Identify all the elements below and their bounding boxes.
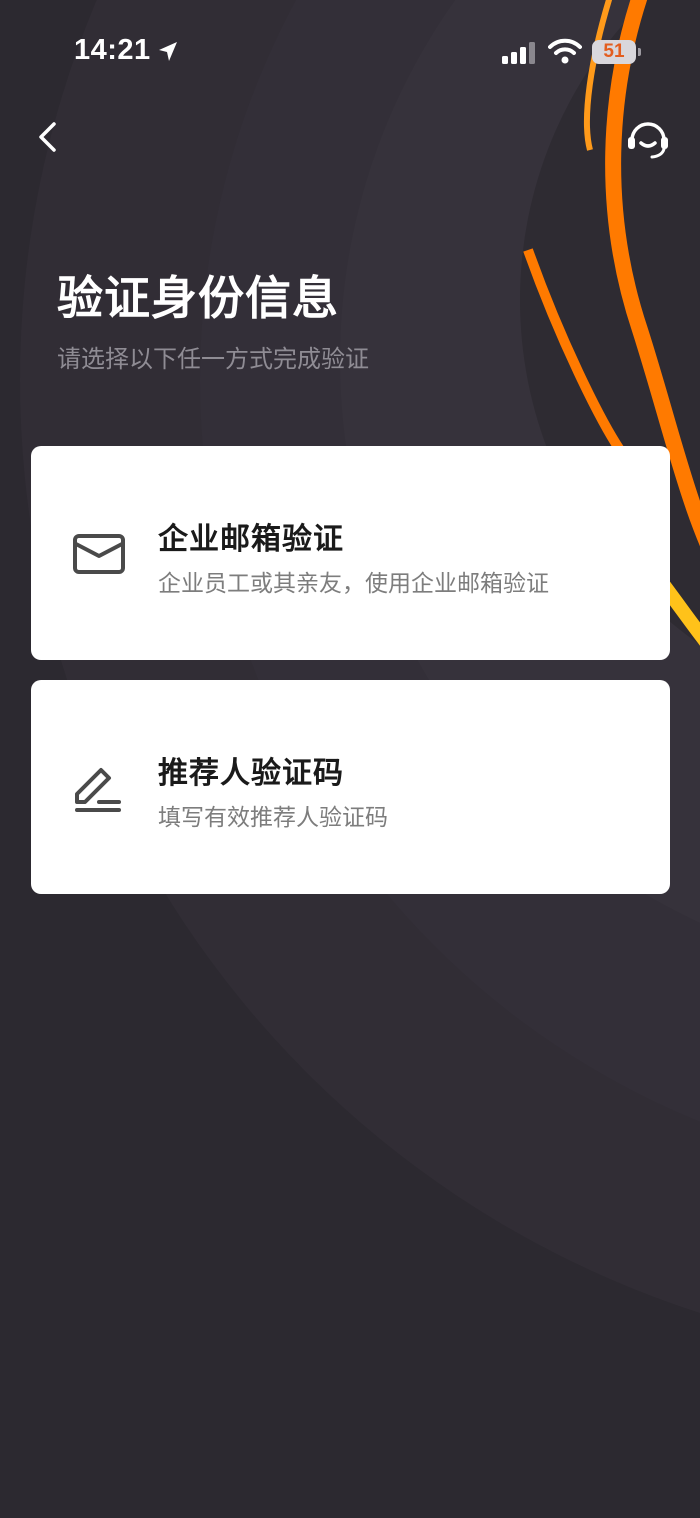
envelope-icon: [73, 534, 125, 574]
edit-pen-icon: [75, 768, 121, 812]
customer-service-headset-icon: [628, 122, 668, 159]
option-title: 企业邮箱验证: [158, 522, 344, 557]
verify-identity-screen: 14:21 51 验证身份信息 请选择以下任一方式完成验证 企业邮箱验证 企业员…: [0, 0, 700, 1518]
status-time: 14:21: [74, 34, 151, 66]
battery-body: 51: [592, 40, 636, 64]
option-description: 填写有效推荐人验证码: [158, 805, 388, 831]
page-subtitle: 请选择以下任一方式完成验证: [57, 345, 369, 373]
page-title: 验证身份信息: [57, 271, 339, 325]
enterprise-email-verification-card[interactable]: 企业邮箱验证 企业员工或其亲友，使用企业邮箱验证: [31, 446, 670, 660]
option-title: 推荐人验证码: [158, 756, 344, 791]
status-bar: 14:21 51: [0, 0, 700, 100]
battery-indicator: 51: [592, 40, 641, 64]
battery-cap: [638, 48, 641, 56]
location-arrow-icon: [159, 42, 177, 61]
chevron-left-icon: [39, 122, 56, 152]
referrer-code-verification-card[interactable]: 推荐人验证码 填写有效推荐人验证码: [31, 680, 670, 894]
cellular-signal-icon: [502, 42, 535, 64]
option-description: 企业员工或其亲友，使用企业邮箱验证: [158, 571, 549, 597]
wifi-icon: [548, 38, 582, 64]
battery-level: 51: [603, 41, 625, 62]
back-button[interactable]: [28, 112, 72, 164]
customer-service-button[interactable]: [622, 112, 674, 164]
